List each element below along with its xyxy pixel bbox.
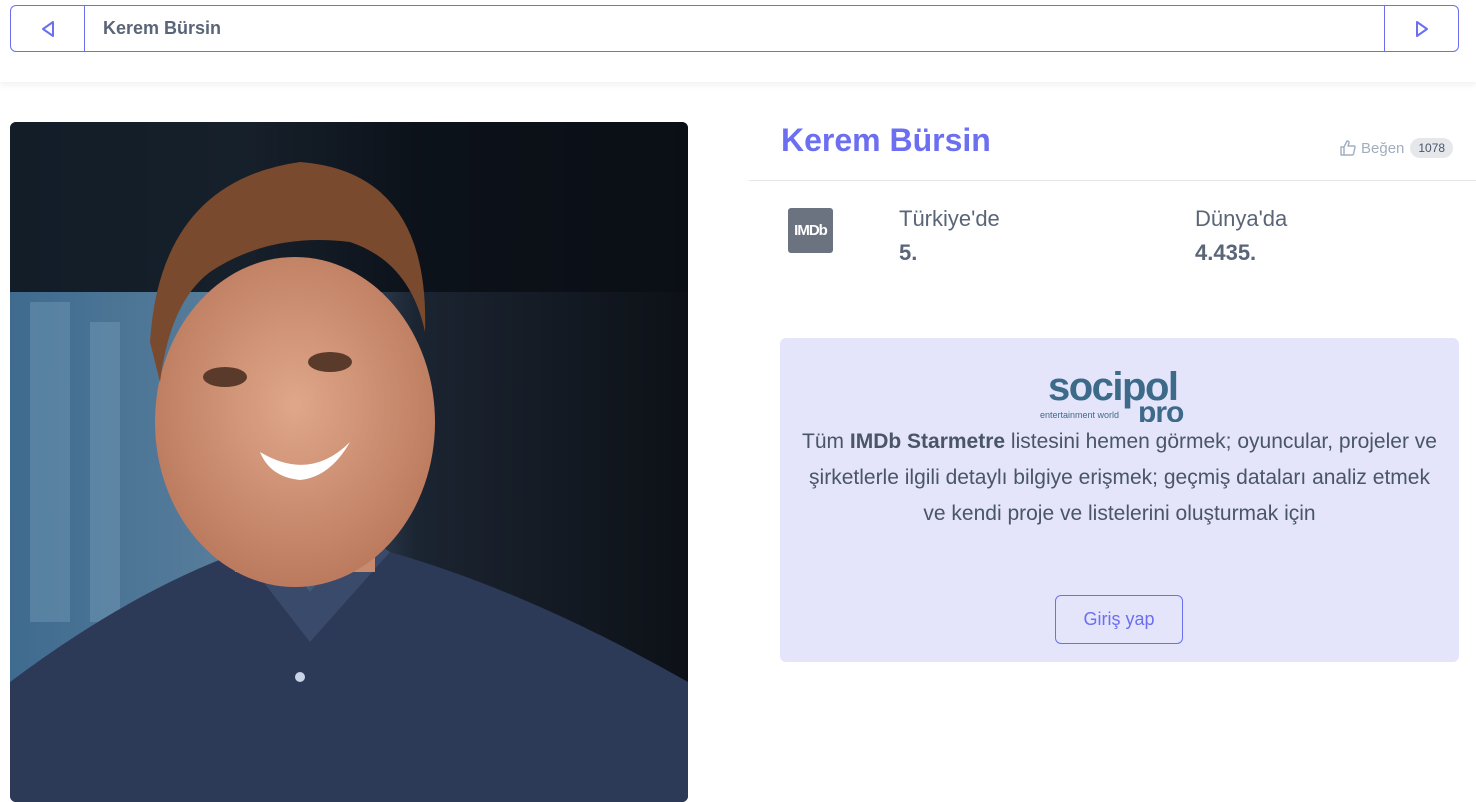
world-rank-label: Dünya'da [1195, 206, 1288, 231]
profile-navigator: Kerem Bürsin [10, 5, 1459, 52]
navigator-title: Kerem Bürsin [103, 18, 222, 38]
turkey-rank-value: 5. [899, 240, 918, 265]
socipol-pro-logo: socipol pro entertainment world [1040, 365, 1185, 422]
like-button[interactable]: Beğen 1078 [1339, 138, 1454, 158]
promo-highlight: IMDb Starmetre [849, 430, 1006, 453]
promo-description: Tüm IMDb Starmetre listesini hemen görme… [802, 430, 1437, 525]
svg-text:pro: pro [1138, 396, 1184, 422]
profile-photo [10, 122, 688, 802]
person-name: Kerem Bürsin [781, 122, 991, 158]
world-rank-value: 4.435. [1195, 240, 1257, 265]
pro-promo-card: socipol pro entertainment world Tüm IMDb… [780, 338, 1459, 662]
svg-text:entertainment world: entertainment world [1040, 410, 1119, 420]
imdb-logo: IMDb [788, 208, 833, 253]
top-navigation-bar: Kerem Bürsin [0, 0, 1476, 82]
like-label: Beğen [1361, 139, 1405, 157]
thumbs-up-icon [1340, 140, 1356, 156]
turkey-rank-label: Türkiye'de [899, 206, 1000, 231]
triangle-left-icon [41, 20, 54, 37]
triangle-right-icon [1415, 20, 1428, 37]
header-divider [749, 180, 1476, 181]
login-button[interactable]: Giriş yap [1055, 595, 1183, 644]
next-button[interactable] [1384, 6, 1458, 51]
previous-button[interactable] [11, 6, 85, 51]
like-count-badge: 1078 [1410, 138, 1454, 158]
